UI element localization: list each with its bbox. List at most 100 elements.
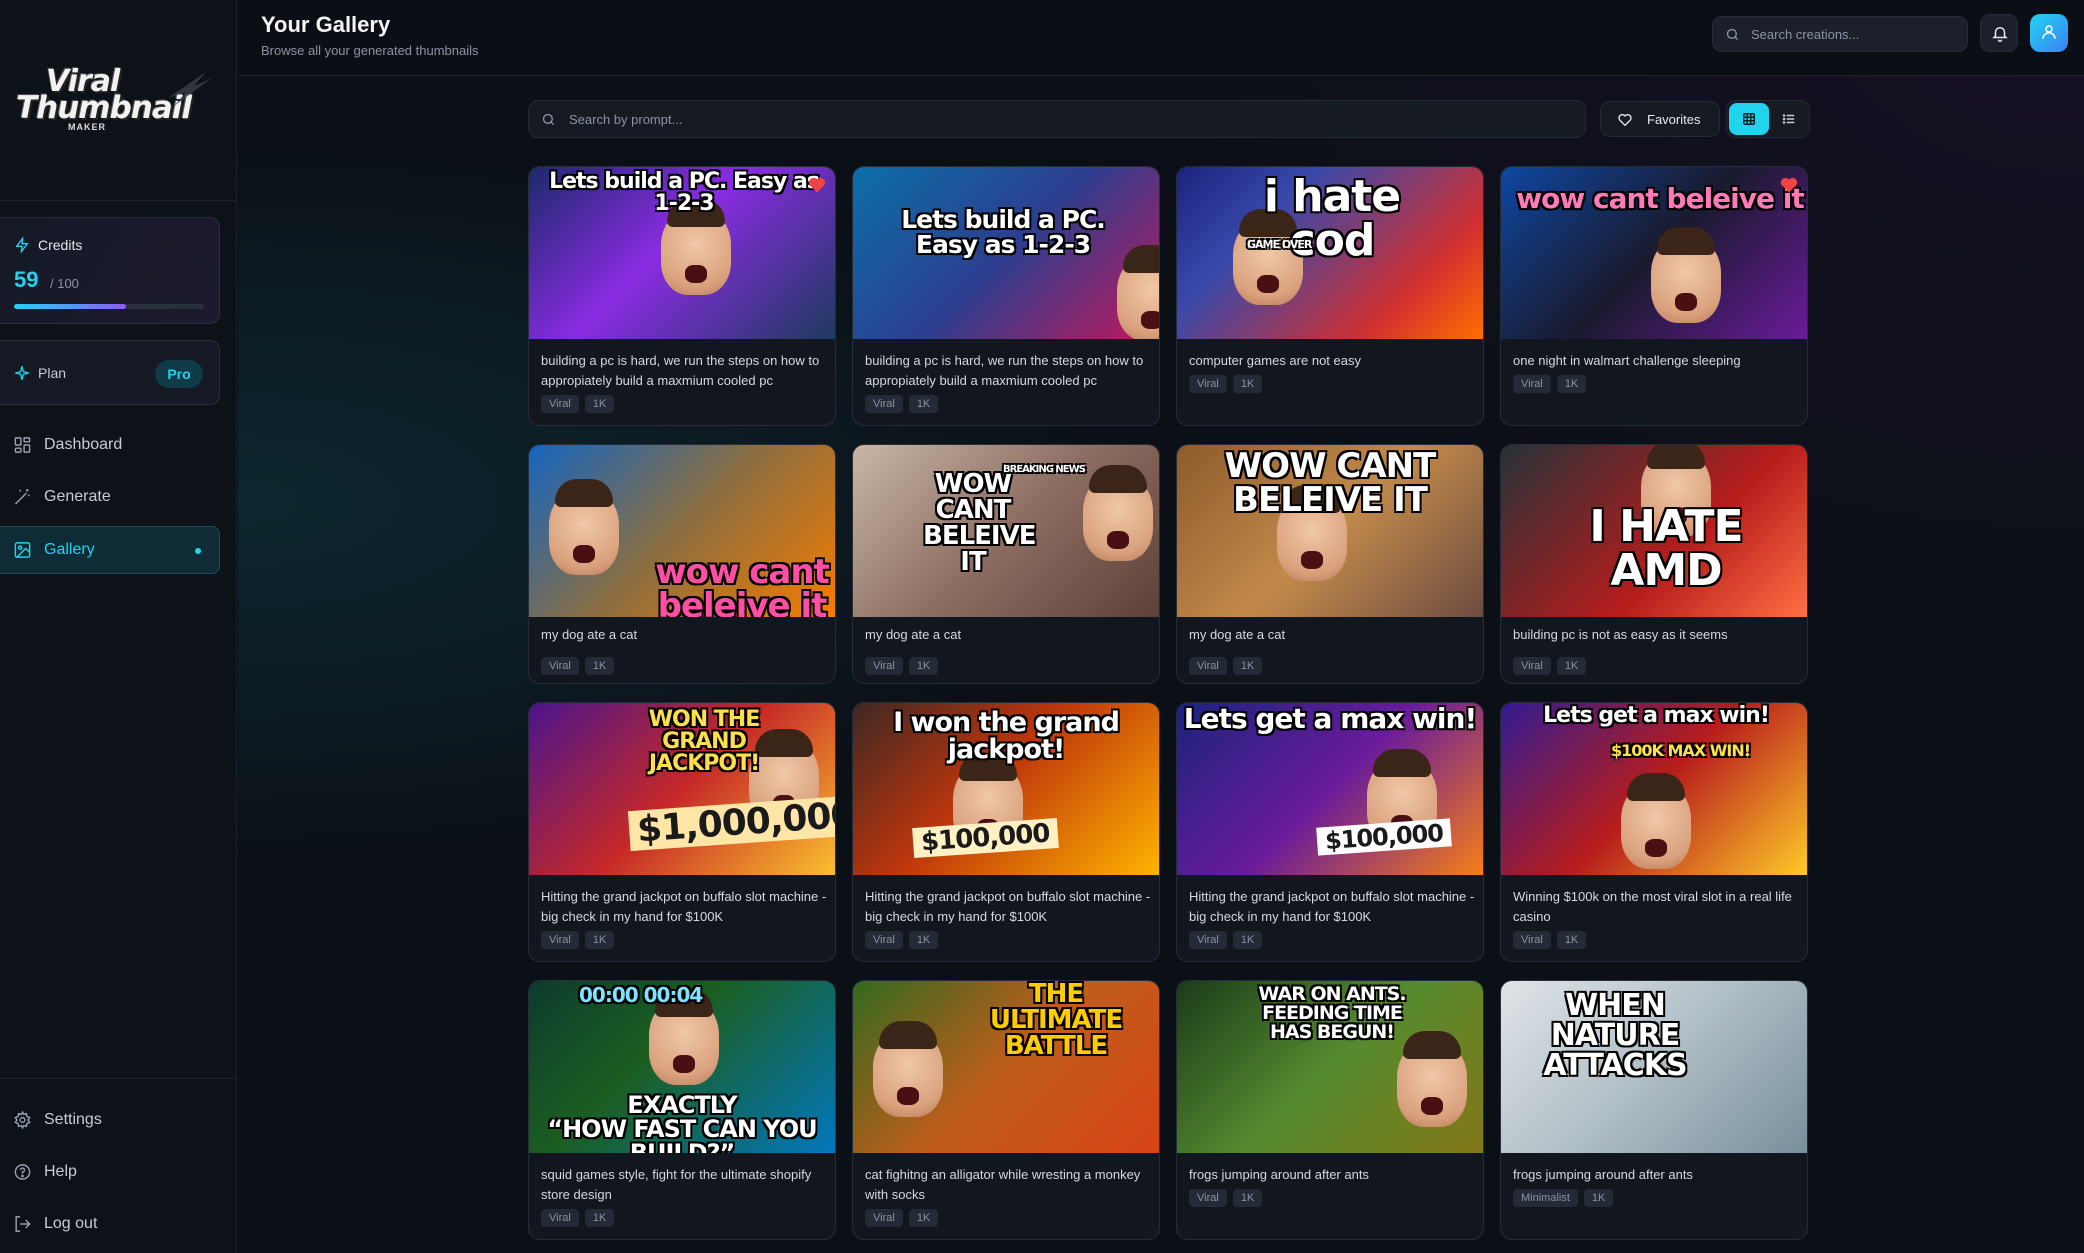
- divider: [0, 1078, 237, 1079]
- thumbnail-image[interactable]: i hate cod GAME OVER: [1177, 167, 1483, 339]
- prompt-search-input[interactable]: [569, 101, 1569, 137]
- nav-help[interactable]: Help: [0, 1148, 220, 1196]
- thumbnail-image[interactable]: WOW CANT BELEIVE IT BREAKING NEWS: [853, 445, 1159, 617]
- resolution-tag: 1K: [1556, 657, 1587, 675]
- gallery-card[interactable]: WOW CANT BELEIVE IT my dog ate a cat Viral…: [1176, 444, 1484, 684]
- gallery-card[interactable]: Lets build a PC. Easy as 1-2-3 building a…: [528, 166, 836, 426]
- thumbnail-headline: EXACTLY “HOW FAST CAN YOU BUILD?”: [547, 1091, 817, 1153]
- thumbnail-image[interactable]: WHEN NATURE ATTACKS: [1501, 981, 1807, 1153]
- thumbnail-description: my dog ate a cat: [865, 627, 962, 642]
- gallery-card[interactable]: WOW CANT BELEIVE IT BREAKING NEWS my dog a…: [852, 444, 1160, 684]
- thumbnail-face: [661, 199, 731, 295]
- nav-settings[interactable]: Settings: [0, 1096, 220, 1144]
- gallery-card[interactable]: wow cant beleive it one night in walmart …: [1500, 166, 1808, 426]
- gallery-card[interactable]: THE ULTIMATE BATTLE cat fighitng an allig…: [852, 980, 1160, 1240]
- favorites-button[interactable]: Favorites: [1600, 101, 1720, 137]
- thumbnail-headline: Lets build a PC. Easy as 1-2-3: [549, 169, 820, 216]
- thumbnail-image[interactable]: Lets get a max win! $100K MAX WIN!: [1501, 703, 1807, 875]
- global-search-input[interactable]: [1751, 17, 1961, 51]
- gallery-card[interactable]: Lets build a PC. Easy as 1-2-3 building a…: [852, 166, 1160, 426]
- plan-badge: Pro: [155, 360, 203, 388]
- resolution-tag: 1K: [1232, 375, 1263, 393]
- thumbnail-description: Hitting the grand jackpot on buffalo slo…: [541, 889, 827, 924]
- thumbnail-headline: I won the grand jackpot!: [893, 707, 1120, 765]
- user-avatar-button[interactable]: [2030, 14, 2068, 52]
- gallery-card[interactable]: I HATE AMD building pc is not as easy as …: [1500, 444, 1808, 684]
- grid-view-button[interactable]: [1729, 103, 1769, 135]
- thumbnail-description: one night in walmart challenge sleeping: [1513, 353, 1741, 368]
- thumbnail-face: [649, 989, 719, 1085]
- plan-card[interactable]: Plan Pro: [0, 340, 220, 405]
- favorite-heart-icon[interactable]: [1779, 175, 1799, 195]
- gallery-card[interactable]: Lets get a max win! $100,000 Hitting the g…: [1176, 702, 1484, 962]
- thumbnail-face: [1651, 227, 1721, 323]
- thumbnail-image[interactable]: THE ULTIMATE BATTLE: [853, 981, 1159, 1153]
- gallery-card[interactable]: i hate cod GAME OVER computer games are no…: [1176, 166, 1484, 426]
- thumbnail-image[interactable]: I HATE AMD: [1501, 445, 1807, 617]
- tag-list: Viral 1K: [1513, 657, 1587, 675]
- tag-list: Viral 1K: [541, 395, 615, 413]
- nav-dashboard[interactable]: Dashboard: [0, 421, 220, 469]
- style-tag: Viral: [1513, 931, 1551, 949]
- nav-gallery[interactable]: Gallery: [0, 526, 220, 574]
- thumbnail-headline: Lets get a max win!: [1543, 703, 1770, 728]
- top-bar: Your Gallery Browse all your generated t…: [238, 0, 2084, 76]
- style-tag: Viral: [1189, 1189, 1227, 1207]
- tag-list: Viral 1K: [865, 657, 939, 675]
- tag-list: Viral 1K: [541, 1209, 615, 1227]
- nav-logout[interactable]: Log out: [0, 1200, 220, 1248]
- prompt-search[interactable]: [528, 100, 1586, 138]
- thumbnail-description: Winning $100k on the most viral slot in …: [1513, 889, 1792, 924]
- tag-list: Viral 1K: [541, 931, 615, 949]
- gallery-card[interactable]: WON THE GRAND JACKPOT! $1,000,000 Hitting …: [528, 702, 836, 962]
- thumbnail-face: [549, 479, 619, 575]
- gallery-card[interactable]: Lets get a max win! $100K MAX WIN! Winning…: [1500, 702, 1808, 962]
- favorites-label: Favorites: [1647, 111, 1701, 127]
- thumbnail-description: my dog ate a cat: [1189, 627, 1286, 642]
- thumbnail-description: building pc is not as easy as it seems: [1513, 627, 1728, 642]
- gallery-card[interactable]: WAR ON ANTS. FEEDING TIME HAS BEGUN! frog…: [1176, 980, 1484, 1240]
- thumbnail-face: [873, 1021, 943, 1117]
- favorite-heart-icon[interactable]: [807, 175, 827, 195]
- style-tag: Minimalist: [1513, 1189, 1578, 1207]
- global-search[interactable]: [1712, 16, 1968, 52]
- style-tag: Viral: [865, 657, 903, 675]
- thumbnail-description: building a pc is hard, we run the steps …: [541, 353, 820, 388]
- style-tag: Viral: [1513, 375, 1551, 393]
- thumbnail-headline: Lets get a max win!: [1183, 703, 1478, 735]
- thumbnail-image[interactable]: I won the grand jackpot! $100,000: [853, 703, 1159, 875]
- search-icon: [542, 113, 554, 125]
- nav-generate[interactable]: Generate: [0, 473, 220, 521]
- list-view-button[interactable]: [1771, 103, 1807, 135]
- gallery-card[interactable]: I won the grand jackpot! $100,000 Hitting …: [852, 702, 1160, 962]
- thumbnail-image[interactable]: wow cant beleive it: [529, 445, 835, 617]
- notifications-button[interactable]: [1980, 14, 2018, 52]
- thumbnail-face: [1621, 773, 1691, 869]
- thumbnail-image[interactable]: WOW CANT BELEIVE IT: [1177, 445, 1483, 617]
- dashboard-icon: [14, 437, 31, 453]
- credits-progress-fill: [14, 304, 127, 309]
- thumbnail-image[interactable]: wow cant beleive it: [1501, 167, 1807, 339]
- thumbnail-image[interactable]: Lets get a max win! $100,000: [1177, 703, 1483, 875]
- thumbnail-image[interactable]: WON THE GRAND JACKPOT! $1,000,000: [529, 703, 835, 875]
- app-logo[interactable]: Viral Thumbnail MAKER: [16, 62, 212, 132]
- tag-list: Viral 1K: [1189, 375, 1263, 393]
- thumbnail-image[interactable]: Lets build a PC. Easy as 1-2-3: [529, 167, 835, 339]
- thumbnail-description: cat fighitng an alligator while wresting…: [865, 1167, 1141, 1202]
- thumbnail-headline: WOW CANT BELEIVE IT: [1224, 446, 1437, 520]
- gallery-card[interactable]: wow cant beleive it my dog ate a cat Viral…: [528, 444, 836, 684]
- nav-gallery-label: Gallery: [44, 541, 95, 558]
- thumbnail-image[interactable]: Lets build a PC. Easy as 1-2-3: [853, 167, 1159, 339]
- tag-list: Viral 1K: [865, 931, 939, 949]
- thumbnail-description: Hitting the grand jackpot on buffalo slo…: [865, 889, 1151, 924]
- user-icon: [2042, 25, 2056, 39]
- active-indicator: [195, 548, 201, 554]
- thumbnail-face: [1397, 1031, 1467, 1127]
- thumbnail-image[interactable]: EXACTLY “HOW FAST CAN YOU BUILD?” 00:00 0…: [529, 981, 835, 1153]
- gallery-card[interactable]: EXACTLY “HOW FAST CAN YOU BUILD?” 00:00 0…: [528, 980, 836, 1240]
- resolution-tag: 1K: [584, 657, 615, 675]
- sparkle-icon: [15, 366, 29, 380]
- resolution-tag: 1K: [584, 931, 615, 949]
- gallery-card[interactable]: WHEN NATURE ATTACKS frogs jumping around …: [1500, 980, 1808, 1240]
- thumbnail-image[interactable]: WAR ON ANTS. FEEDING TIME HAS BEGUN!: [1177, 981, 1483, 1153]
